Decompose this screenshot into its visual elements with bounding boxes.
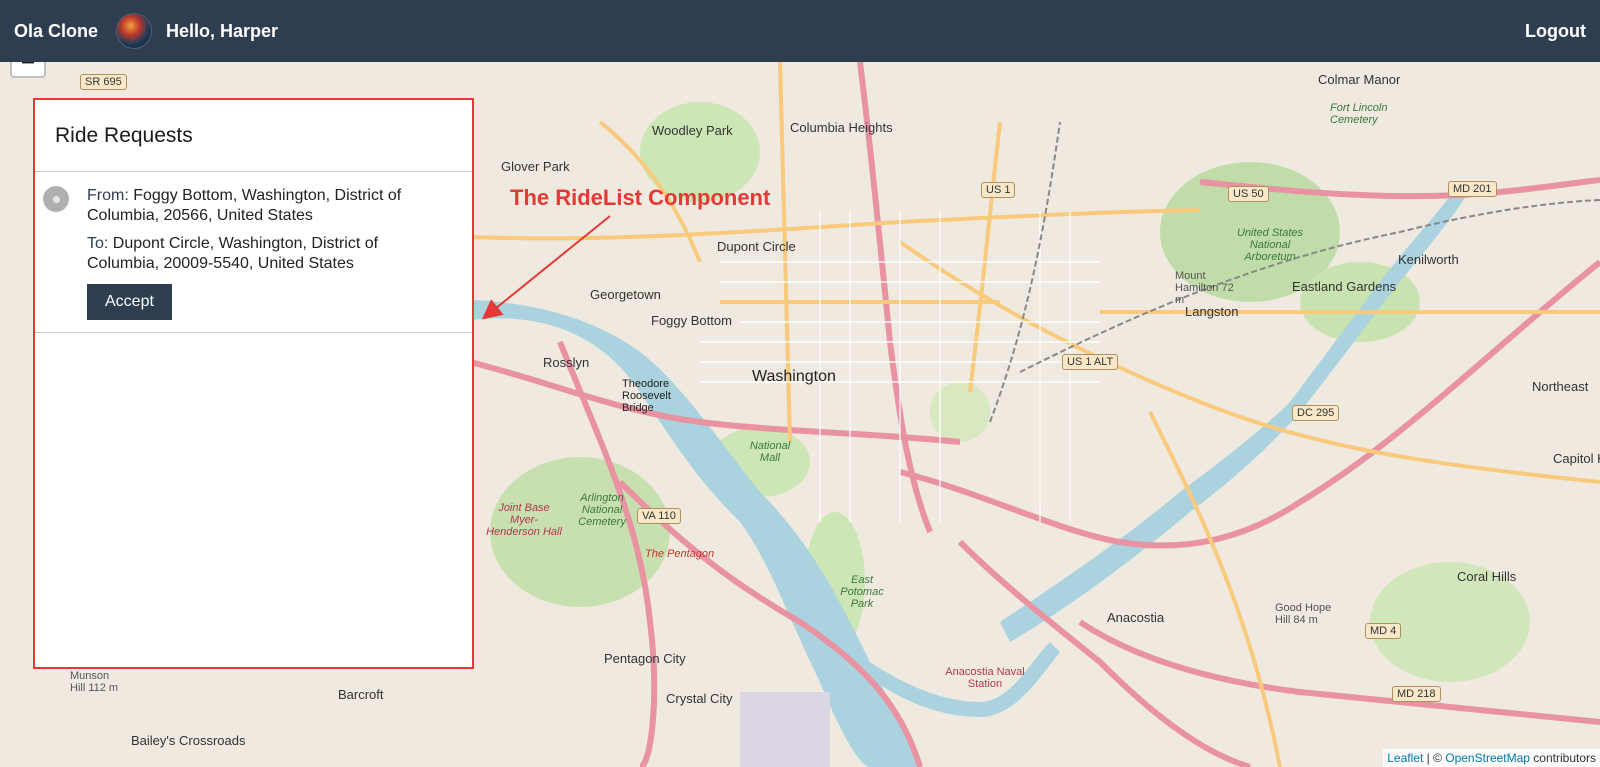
user-greeting: Hello, Harper [166,20,279,41]
openstreetmap-link[interactable]: OpenStreetMap [1445,751,1530,765]
map-place-label: East Potomac Park [840,574,884,610]
attribution-suffix: contributors [1529,751,1596,765]
road-shield: US 50 [1228,186,1269,202]
map-place-label: Fort Lincoln Cemetery [1330,102,1388,126]
road-shield: MD 4 [1365,623,1402,639]
map-place-label: Theodore Roosevelt Bridge [622,378,671,414]
avatar [116,13,153,49]
map-place-label: Crystal City [666,691,733,706]
map-place-label: Good Hope Hill 84 m [1275,602,1332,626]
road-shield: SR 695 [80,74,127,90]
to-address: Dupont Circle, Washington, District of C… [87,235,379,272]
map-place-label: Joint Base Myer-Henderson Hall [486,502,562,538]
zoom-out-button[interactable]: − [10,62,46,78]
map-place-label: Washington [752,368,836,385]
road-shield: US 1 [981,182,1016,198]
map-place-label: Coral Hills [1457,569,1517,584]
app-brand[interactable]: Ola Clone [14,21,98,42]
map-place-label: Bailey's Crossroads [131,733,246,748]
ride-list-panel: Ride Requests From: Foggy Bottom, Washin… [33,98,474,669]
logout-button[interactable]: Logout [1525,21,1586,42]
road-shield: DC 295 [1292,405,1340,421]
map-place-label: Northeast [1532,379,1589,394]
map-place-label: Munson Hill 112 m [70,670,119,694]
location-pin-icon [43,186,69,212]
road-shield: MD 218 [1392,686,1441,702]
map-place-label: National Mall [749,440,791,464]
map-place-label: Colmar Manor [1318,72,1401,87]
map-place-label: Capitol H [1553,451,1600,466]
map-place-label: Rosslyn [543,355,590,370]
map-place-label: United States National Arboretum [1236,227,1304,263]
from-label: From: [87,187,129,204]
map-attribution: Leaflet | © OpenStreetMap contributors [1383,749,1600,767]
panel-title: Ride Requests [35,100,472,172]
map-place-label: Dupont Circle [717,239,796,254]
map-place-label: Barcroft [338,687,384,702]
map-place-label: Woodley Park [652,123,733,138]
map-place-label: The Pentagon [645,548,715,560]
road-shield: MD 201 [1448,181,1497,197]
leaflet-link[interactable]: Leaflet [1387,751,1423,765]
annotation-label: The RideList Component [510,185,771,210]
map-place-label: Foggy Bottom [651,313,732,328]
map-place-label: Mount Hamilton 72 m [1175,270,1234,306]
accept-button[interactable]: Accept [87,284,172,320]
map-place-label: Glover Park [501,159,570,174]
to-label: To: [87,235,109,252]
map-place-label: Arlington National Cemetery [578,492,626,528]
map-place-label: Columbia Heights [790,120,893,135]
ride-from: From: Foggy Bottom, Washington, District… [87,186,452,226]
ride-to: To: Dupont Circle, Washington, District … [87,234,452,274]
ride-request-item: From: Foggy Bottom, Washington, District… [35,172,472,333]
road-shield: VA 110 [637,508,681,524]
navbar: Ola Clone Hello, Harper Logout [0,0,1600,62]
map-place-label: Georgetown [590,287,661,302]
attribution-separator: | © [1423,751,1446,765]
map-place-label: Langston [1185,304,1239,319]
map-place-label: Kenilworth [1398,252,1459,267]
map-place-label: Anacostia Naval Station [945,666,1025,690]
map-place-label: Pentagon City [604,651,686,666]
map-place-label: Eastland Gardens [1292,279,1397,294]
road-shield: US 1 ALT [1062,354,1119,370]
from-address: Foggy Bottom, Washington, District of Co… [87,187,402,224]
map-place-label: Anacostia [1107,610,1165,625]
